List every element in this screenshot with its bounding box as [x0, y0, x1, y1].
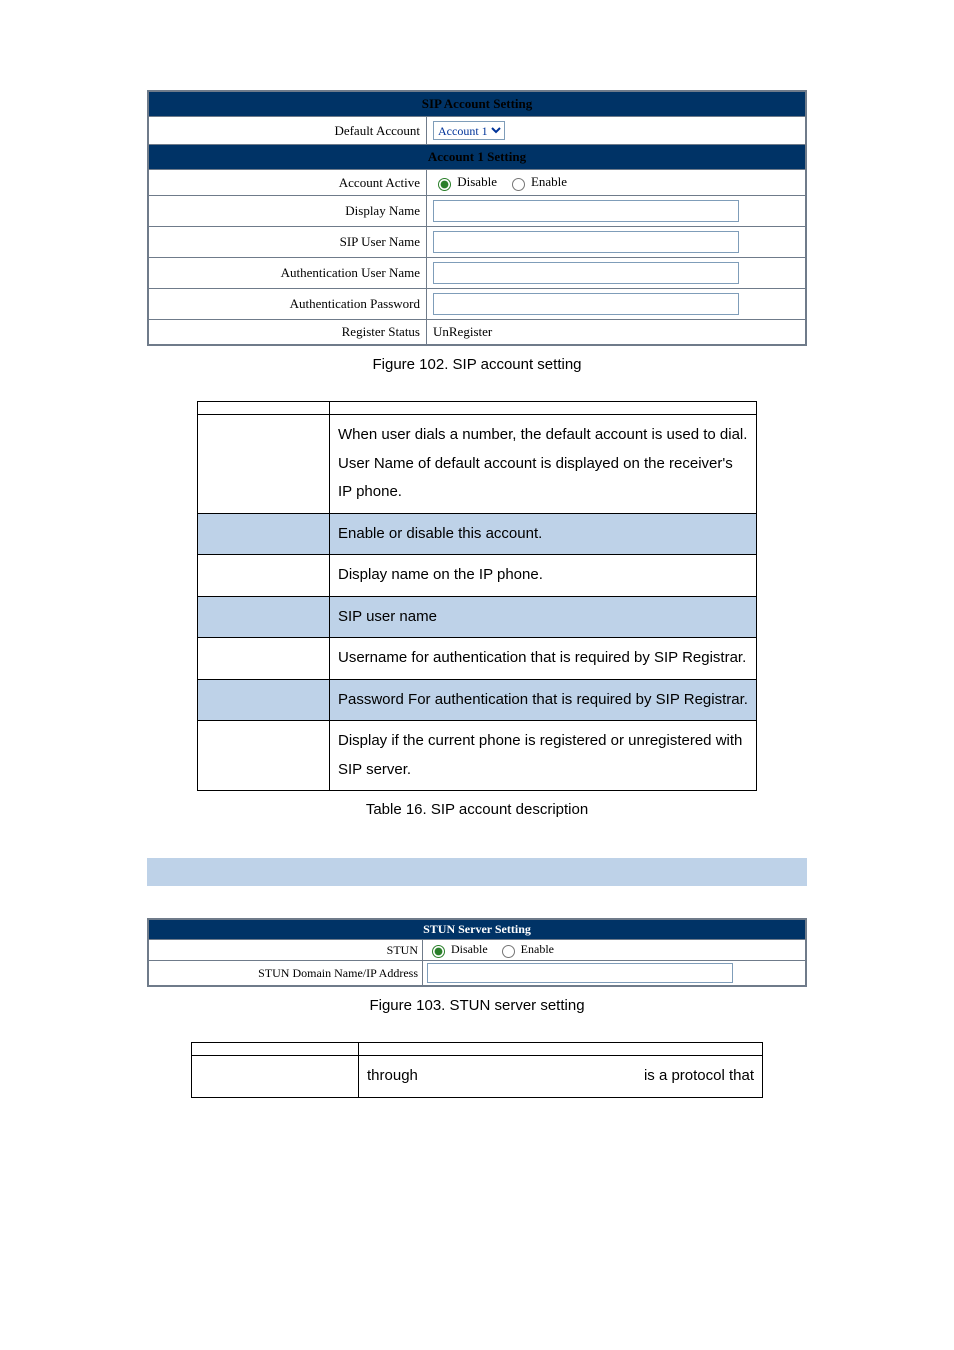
- sip-user-name-label: SIP User Name: [148, 227, 427, 258]
- table-row: through is a protocol that: [359, 1056, 763, 1098]
- default-account-label: Default Account: [148, 117, 427, 145]
- auth-user-label: Authentication User Name: [148, 258, 427, 289]
- stun-radio-cell: Disable Enable: [423, 940, 807, 961]
- table-row: [198, 679, 330, 721]
- enable-label: Enable: [531, 174, 567, 189]
- account-active-cell: Disable Enable: [427, 170, 807, 196]
- table-row: Username for authentication that is requ…: [330, 638, 757, 680]
- display-name-input[interactable]: [433, 200, 739, 222]
- sip-description-table: When user dials a number, the default ac…: [197, 401, 757, 791]
- table-row: Enable or disable this account.: [330, 513, 757, 555]
- auth-user-input[interactable]: [433, 262, 739, 284]
- table-row: [198, 596, 330, 638]
- table-row: Display name on the IP phone.: [330, 555, 757, 597]
- table-16-caption: Table 16. SIP account description: [0, 801, 954, 818]
- table-row: [198, 402, 330, 415]
- default-account-cell: Account 1: [427, 117, 807, 145]
- table-row: Display if the current phone is register…: [330, 721, 757, 791]
- table-row: [198, 721, 330, 791]
- account1-header: Account 1 Setting: [148, 145, 806, 170]
- table-row: [192, 1056, 359, 1098]
- section-band: [147, 858, 807, 886]
- stun-description-table: through is a protocol that: [191, 1042, 763, 1098]
- sip-account-setting-table: SIP Account Setting Default Account Acco…: [147, 90, 807, 346]
- sip-header: SIP Account Setting: [148, 91, 806, 117]
- stun-server-setting-table: STUN Server Setting STUN Disable Enable …: [147, 918, 807, 987]
- stun-disable-label: Disable: [451, 942, 488, 956]
- table-row: [359, 1043, 763, 1056]
- register-status-value: UnRegister: [427, 320, 807, 346]
- auth-pass-input[interactable]: [433, 293, 739, 315]
- auth-pass-label: Authentication Password: [148, 289, 427, 320]
- table-row: SIP user name: [330, 596, 757, 638]
- table-row: [198, 513, 330, 555]
- stun-label: STUN: [148, 940, 423, 961]
- account-active-enable-radio[interactable]: [512, 178, 525, 191]
- register-status-label: Register Status: [148, 320, 427, 346]
- default-account-select[interactable]: Account 1: [433, 121, 505, 140]
- figure-103-caption: Figure 103. STUN server setting: [0, 997, 954, 1014]
- stun-enable-label: Enable: [521, 942, 554, 956]
- table-row: Password For authentication that is requ…: [330, 679, 757, 721]
- account-active-label: Account Active: [148, 170, 427, 196]
- sip-user-name-input[interactable]: [433, 231, 739, 253]
- table-row: [330, 402, 757, 415]
- figure-102-caption: Figure 102. SIP account setting: [0, 356, 954, 373]
- table-row: [198, 555, 330, 597]
- stun-desc-through: through: [367, 1062, 418, 1091]
- disable-label: Disable: [457, 174, 497, 189]
- table-row: When user dials a number, the default ac…: [330, 415, 757, 514]
- table-row: [192, 1043, 359, 1056]
- stun-header: STUN Server Setting: [148, 919, 806, 940]
- display-name-label: Display Name: [148, 196, 427, 227]
- stun-desc-protocol: is a protocol that: [644, 1062, 754, 1091]
- account-active-disable-radio[interactable]: [438, 178, 451, 191]
- stun-domain-label: STUN Domain Name/IP Address: [148, 961, 423, 987]
- table-row: [198, 638, 330, 680]
- stun-enable-radio[interactable]: [502, 945, 515, 958]
- stun-domain-input[interactable]: [427, 963, 733, 983]
- table-row: [198, 415, 330, 514]
- stun-disable-radio[interactable]: [432, 945, 445, 958]
